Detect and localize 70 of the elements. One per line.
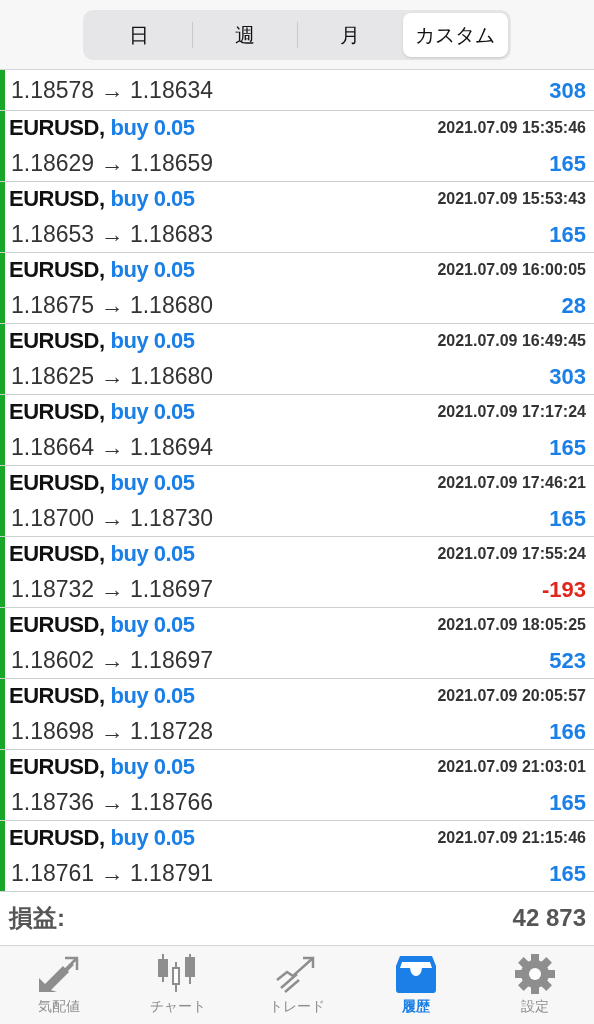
tab-bar-item[interactable]: トレード	[237, 953, 357, 1017]
order-label: buy 0.05	[110, 398, 195, 427]
symbol-label: EURUSD,	[9, 256, 105, 285]
profit-value: 165	[549, 434, 586, 462]
price-range: 1.18602 → 1.18697	[10, 646, 214, 676]
order-label: buy 0.05	[110, 753, 195, 782]
symbol-label: EURUSD,	[9, 398, 105, 427]
profit-value: 523	[549, 647, 586, 675]
profit-value: 165	[549, 860, 586, 888]
deal-time: 2021.07.09 15:53:43	[437, 188, 586, 209]
symbol-label: EURUSD,	[9, 327, 105, 356]
symbol-label: EURUSD,	[9, 611, 105, 640]
tab-bar-item[interactable]: 履歴	[356, 953, 476, 1017]
price-range: 1.18664 → 1.18694	[10, 433, 214, 463]
symbol-label: EURUSD,	[9, 753, 105, 782]
summary-label: 損益:	[9, 903, 65, 933]
price-range: 1.18629 → 1.18659	[10, 149, 214, 179]
profit-value: 165	[549, 789, 586, 817]
profit-value: 308	[549, 76, 586, 105]
segment-tab[interactable]: 週	[192, 12, 297, 57]
price-range: 1.18732 → 1.18697	[10, 575, 214, 605]
inbox-tray-icon	[393, 953, 438, 994]
symbol-label: EURUSD,	[9, 682, 105, 711]
symbol-label: EURUSD,	[9, 185, 105, 214]
deal-time: 2021.07.09 16:49:45	[437, 330, 586, 351]
symbol-label: EURUSD,	[9, 824, 105, 853]
profit-value: 303	[549, 363, 586, 391]
deal-time: 2021.07.09 17:55:24	[437, 543, 586, 564]
order-label: buy 0.05	[110, 114, 195, 143]
order-label: buy 0.05	[110, 327, 195, 356]
deal-time: 2021.07.09 16:00:05	[437, 259, 586, 280]
price-range: 1.18700 → 1.18730	[10, 504, 214, 534]
price-range: 1.18653 → 1.18683	[10, 220, 214, 250]
symbol-label: EURUSD,	[9, 540, 105, 569]
profit-value: -193	[541, 576, 586, 604]
price-range: 1.18625 → 1.18680	[10, 362, 214, 392]
profit-value: 166	[549, 718, 586, 746]
tab-bar-item[interactable]: 設定	[475, 953, 594, 1017]
tab-bar-item[interactable]: チャート	[118, 953, 238, 1017]
price-range: 1.18736 → 1.18766	[10, 788, 214, 818]
settings-icon	[514, 953, 555, 994]
profit-value: 165	[549, 150, 586, 178]
segment-tab[interactable]: 日	[86, 12, 192, 57]
order-label: buy 0.05	[110, 256, 195, 285]
symbol-label: EURUSD,	[9, 114, 105, 143]
profit-value: 28	[561, 292, 586, 320]
segment-tab[interactable]: カスタム	[402, 12, 508, 57]
order-label: buy 0.05	[110, 540, 195, 569]
order-label: buy 0.05	[110, 185, 195, 214]
deal-time: 2021.07.09 17:17:24	[437, 401, 586, 422]
price-range: 1.18675 → 1.18680	[10, 291, 214, 321]
deal-time: 2021.07.09 18:05:25	[437, 614, 586, 635]
price-range: 1.18698 → 1.18728	[10, 717, 214, 747]
deal-time: 2021.07.09 21:03:01	[437, 756, 586, 777]
symbol-label: EURUSD,	[9, 469, 105, 498]
order-label: buy 0.05	[110, 682, 195, 711]
summary-value: 42 873	[512, 903, 586, 933]
order-label: buy 0.05	[110, 469, 195, 498]
deal-time: 2021.07.09 21:15:46	[437, 827, 586, 848]
profit-value: 165	[549, 221, 586, 249]
deal-time: 2021.07.09 15:35:46	[437, 117, 586, 138]
deal-time: 2021.07.09 17:46:21	[437, 472, 586, 493]
profit-value: 165	[549, 505, 586, 533]
price-range: 1.18578 → 1.18634	[11, 75, 214, 105]
order-label: buy 0.05	[110, 824, 195, 853]
segment-tab[interactable]: 月	[298, 12, 403, 57]
deal-time: 2021.07.09 20:05:57	[437, 685, 586, 706]
order-label: buy 0.05	[110, 611, 195, 640]
tab-bar-item[interactable]: 気配値	[0, 953, 119, 1017]
price-range: 1.18761 → 1.18791	[10, 859, 214, 889]
